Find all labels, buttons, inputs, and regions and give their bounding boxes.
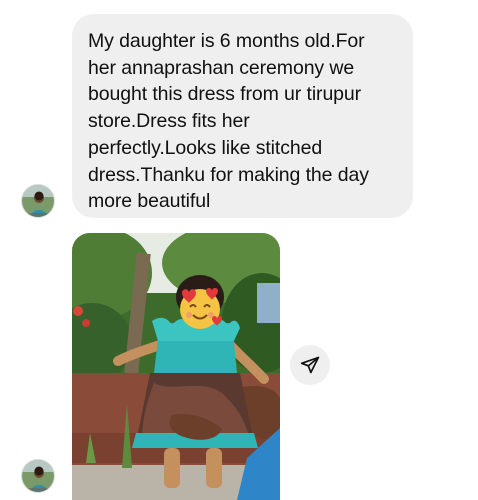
avatar-image xyxy=(22,460,54,492)
avatar-image xyxy=(22,185,54,217)
photo-image xyxy=(72,233,280,500)
sender-avatar[interactable] xyxy=(21,184,55,218)
message-bubble[interactable]: My daughter is 6 months old.For her anna… xyxy=(72,14,413,218)
share-button[interactable] xyxy=(290,345,330,385)
photo-message[interactable] xyxy=(72,233,280,500)
paper-plane-icon xyxy=(300,355,320,375)
sender-avatar[interactable] xyxy=(21,459,55,493)
message-text: My daughter is 6 months old.For her anna… xyxy=(88,30,369,213)
